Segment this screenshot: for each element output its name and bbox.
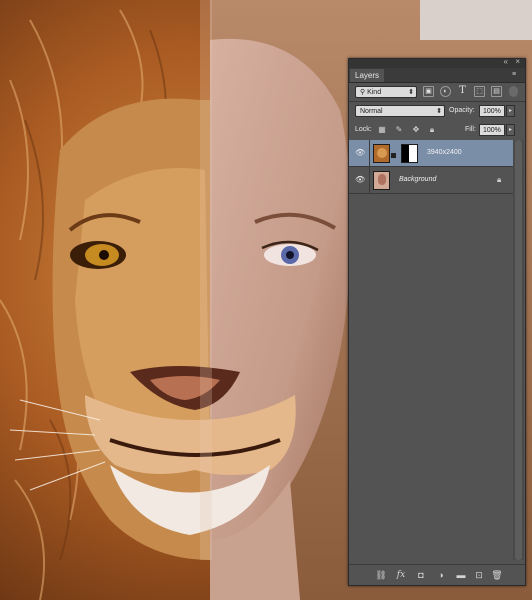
type-filter-icon[interactable]: T <box>457 86 468 97</box>
blend-mode-dropdown[interactable]: Normal ⬍ <box>355 105 445 117</box>
lock-all-icon[interactable]: 🔒︎ <box>427 125 437 135</box>
new-group-icon[interactable]: ▬ <box>455 569 467 581</box>
blend-row: Normal ⬍ Opacity: 100% ▸ <box>349 102 525 120</box>
image-filter-icon[interactable]: ▣ <box>423 86 434 97</box>
filter-row: ⚲ Kind ⬍ ▣ ◐ T ⬚ ▤ <box>349 83 525 101</box>
blend-mode-value: Normal <box>360 108 383 115</box>
layers-panel: « × Layers ≡ ⚲ Kind ⬍ ▣ ◐ T ⬚ ▤ Normal ⬍… <box>348 57 526 586</box>
fill-field[interactable]: 100% <box>479 124 505 136</box>
tab-layers[interactable]: Layers <box>350 69 385 82</box>
new-layer-icon[interactable]: ⊡ <box>473 569 485 581</box>
filter-kind-dropdown[interactable]: ⚲ Kind ⬍ <box>355 86 417 98</box>
panel-tab-row: Layers ≡ <box>349 68 525 83</box>
layer-list: 👁︎ 3940x2400 👁︎ Background 🔒︎ <box>349 140 525 560</box>
fx-icon[interactable]: fx <box>395 569 407 581</box>
smart-object-filter-icon[interactable]: ▤ <box>491 86 502 97</box>
trash-icon[interactable]: 🗑︎ <box>491 569 503 581</box>
link-icon[interactable]: ⛓︎ <box>375 569 387 581</box>
add-mask-icon[interactable]: ◘ <box>415 569 427 581</box>
opacity-label: Opacity: <box>449 107 475 114</box>
layer-thumbnail <box>373 144 390 163</box>
eye-icon[interactable]: 👁︎ <box>355 175 365 185</box>
lock-icon: 🔒︎ <box>497 175 502 184</box>
fill-slider-button[interactable]: ▸ <box>506 124 515 136</box>
lock-image-icon[interactable]: ✎ <box>394 125 404 135</box>
panel-title-bar[interactable]: « × <box>349 57 525 68</box>
layer-row-3940x2400[interactable]: 👁︎ 3940x2400 <box>349 140 513 167</box>
layer-mask-thumbnail[interactable] <box>401 144 418 163</box>
lock-transparent-icon[interactable]: ▦ <box>377 125 387 135</box>
opacity-field[interactable]: 100% <box>479 105 505 117</box>
chevron-down-icon: ⬍ <box>436 108 442 115</box>
adjustment-layer-icon[interactable]: ◑ <box>435 569 447 581</box>
panel-bottom-bar: ⛓︎ fx ◘ ◑ ▬ ⊡ 🗑︎ <box>349 564 525 585</box>
collapse-icon[interactable]: « <box>504 57 509 66</box>
opacity-slider-button[interactable]: ▸ <box>506 105 515 117</box>
lock-row: Lock: ▦ ✎ ✥ 🔒︎ Fill: 100% ▸ <box>349 121 525 139</box>
layer-name[interactable]: Background <box>399 167 436 193</box>
eye-icon[interactable]: 👁︎ <box>355 148 365 158</box>
lock-label: Lock: <box>355 126 372 133</box>
scrollbar-thumb[interactable] <box>515 140 522 560</box>
shape-filter-icon[interactable]: ⬚ <box>474 86 485 97</box>
fill-label: Fill: <box>465 126 476 133</box>
chevron-down-icon: ⬍ <box>408 89 414 96</box>
panel-menu-icon[interactable]: ≡ <box>512 71 521 78</box>
close-icon[interactable]: × <box>515 57 520 66</box>
filter-kind-value: Kind <box>367 89 382 96</box>
layer-thumbnail <box>373 171 390 190</box>
link-chain-icon <box>391 153 396 158</box>
lock-position-icon[interactable]: ✥ <box>411 125 421 135</box>
layer-list-scrollbar[interactable] <box>513 140 524 560</box>
layer-name[interactable]: 3940x2400 <box>427 140 462 166</box>
adjustment-filter-icon[interactable]: ◐ <box>440 86 451 97</box>
filter-toggle-switch[interactable] <box>509 86 518 97</box>
layer-row-background[interactable]: 👁︎ Background 🔒︎ <box>349 167 513 194</box>
